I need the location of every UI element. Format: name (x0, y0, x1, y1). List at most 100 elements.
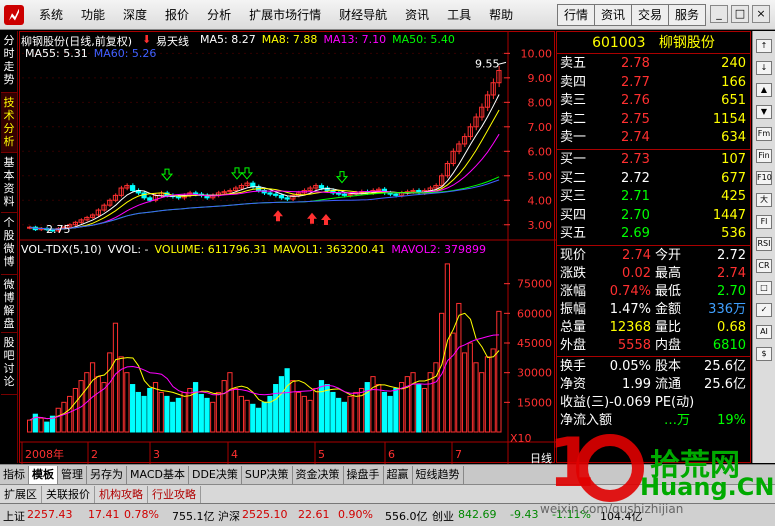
volume-bar (221, 380, 227, 433)
toolbar-icon[interactable]: □ (756, 281, 772, 295)
stat-label: 总量 (560, 320, 587, 335)
ask-row: 卖一 2.74 634 (557, 129, 750, 147)
volume-bar (124, 372, 130, 433)
ask-row: 卖四 2.77 166 (557, 74, 750, 92)
stat-label: 流通 (655, 377, 682, 392)
menu-item-0[interactable]: 系统 (30, 0, 72, 30)
tab-extension-1[interactable]: 关联报价 (42, 485, 95, 503)
price-tick-label: 7.00 (528, 121, 553, 134)
tab-indicator-8[interactable]: 操盘手 (344, 465, 384, 484)
toolbar-icon[interactable]: Fin (756, 149, 772, 163)
toolbar-icon[interactable]: F10 (756, 171, 772, 185)
stat-label: 今开 (655, 248, 682, 263)
menu-item-9[interactable]: 帮助 (480, 0, 522, 30)
menu-item-2[interactable]: 深度 (114, 0, 156, 30)
time-label: 5 (318, 448, 325, 461)
tab-forum[interactable]: 股吧讨论 (1, 333, 17, 395)
volume-bar (278, 376, 285, 433)
toolbar-icon[interactable]: RSI (756, 237, 772, 251)
row-price: 2.74 (621, 130, 650, 146)
volume-bar (112, 322, 119, 433)
menu-item-7[interactable]: 资讯 (396, 0, 438, 30)
menu-item-5[interactable]: 扩展市场行情 (240, 0, 330, 30)
volume-bar (473, 362, 479, 433)
toolbar-icon[interactable]: Fl (756, 215, 772, 229)
tab-indicator-10[interactable]: 短线趋势 (413, 465, 464, 484)
row-label: 买三 (560, 189, 587, 205)
toolbar-icon[interactable]: ▲ (756, 83, 772, 97)
stat-value: 25.6亿 (704, 377, 746, 392)
ma-label: MA5: 8.27 (200, 33, 256, 46)
stat-row: 换手 0.05% 股本 25.6亿 (557, 358, 750, 376)
tab-indicator-6[interactable]: SUP决策 (242, 465, 293, 484)
sz-percent: 0.90% (338, 508, 373, 521)
menu-item-3[interactable]: 报价 (156, 0, 198, 30)
tab-indicator-7[interactable]: 资金决策 (293, 465, 344, 484)
tab-indicator-2[interactable]: 管理 (58, 465, 87, 484)
row-price: 2.75 (621, 111, 650, 127)
volume-bar (461, 352, 468, 433)
service-button[interactable]: 服务 (668, 4, 707, 26)
bid-row: 买一 2.73 107 (557, 151, 750, 169)
toolbar-icon[interactable]: CR (756, 259, 772, 273)
stat-label: 换手 (560, 359, 587, 374)
stat-value: 2.72 (717, 248, 746, 263)
toolbar-icon[interactable]: ▼ (756, 105, 772, 119)
stock-name: 柳钢股份 (658, 35, 715, 51)
toolbar-icon[interactable]: Fm (756, 127, 772, 141)
tab-weibo[interactable]: 个股微博 (1, 213, 17, 275)
toolbar-icon[interactable]: ↑ (756, 39, 772, 53)
close-button[interactable]: × (752, 5, 770, 23)
volume-bar (421, 387, 428, 433)
stat-row: 涨幅 0.74% 最低 2.70 (557, 283, 750, 301)
menu-item-1[interactable]: 功能 (72, 0, 114, 30)
trade-button[interactable]: 交易 (631, 4, 670, 26)
minimize-button[interactable]: _ (710, 5, 728, 23)
menu-item-6[interactable]: 财经导航 (330, 0, 396, 30)
menu-item-8[interactable]: 工具 (438, 0, 480, 30)
toolbar-icon[interactable]: 大 (756, 193, 772, 207)
right-toolbar: ↑ ↓ ▲ ▼ Fm Fin F10 大 Fl RSI CR □ ✓ AI $ (752, 31, 775, 463)
volume-bar (27, 419, 33, 433)
tab-extension-2[interactable]: 机构攻略 (95, 485, 148, 503)
tab-indicator-9[interactable]: 超赢 (384, 465, 413, 484)
price-tick-label: 5.00 (528, 170, 553, 183)
tab-indicator-3[interactable]: 另存为 (87, 465, 127, 484)
candle-body (341, 193, 347, 196)
toolbar-icon[interactable]: AI (756, 325, 772, 339)
price-tick-label: 8.00 (528, 96, 553, 109)
volume-bar (147, 387, 153, 433)
stock-code: 601003 (592, 35, 646, 51)
tab-indicator-1[interactable]: 模板 (29, 465, 58, 484)
volume-tick-label: 15000 (517, 396, 552, 409)
watermark-url: weixin.com/qushizhijian (540, 502, 684, 516)
candle-body (273, 193, 279, 196)
sell-signal-arrow-icon (160, 168, 174, 181)
toolbar-icon[interactable]: $ (756, 347, 772, 361)
indicator-name[interactable]: 易天线 (156, 33, 189, 49)
volume-bar (456, 302, 462, 433)
volume-bar (398, 382, 405, 433)
tab-indicator-5[interactable]: DDE决策 (189, 465, 242, 484)
tab-indicator-4[interactable]: MACD基本 (127, 465, 189, 484)
tab-extension-0[interactable]: 扩展区 (0, 485, 42, 503)
tab-intraday[interactable]: 分时走势 (1, 31, 17, 93)
kline-chart[interactable]: 10.00 9.00 8.00 7.00 6.00 5.00 4.00 3.00 75000 60… (19, 31, 556, 464)
toolbar-icon[interactable]: ✓ (756, 303, 772, 317)
tab-extension-3[interactable]: 行业攻略 (148, 485, 201, 503)
volume-bar (416, 384, 422, 433)
tab-indicator-0[interactable]: 指标 (0, 465, 29, 484)
candle-body (278, 194, 285, 199)
tab-fundamentals[interactable]: 基本资料 (1, 153, 17, 213)
volume-tick-label: 75000 (517, 278, 552, 291)
market-button[interactable]: 行情 (557, 4, 596, 26)
sz-label: 沪深 (218, 510, 240, 523)
watermark-brand: Huang.CN (640, 473, 775, 501)
maximize-button[interactable]: □ (731, 5, 749, 23)
toolbar-icon[interactable]: ↓ (756, 61, 772, 75)
tab-technical[interactable]: 技术分析 (1, 93, 17, 153)
menu-item-4[interactable]: 分析 (198, 0, 240, 30)
tab-weibo-analysis[interactable]: 微博解盘 (1, 275, 17, 333)
candle-body (147, 197, 153, 201)
news-button[interactable]: 资讯 (594, 4, 633, 26)
